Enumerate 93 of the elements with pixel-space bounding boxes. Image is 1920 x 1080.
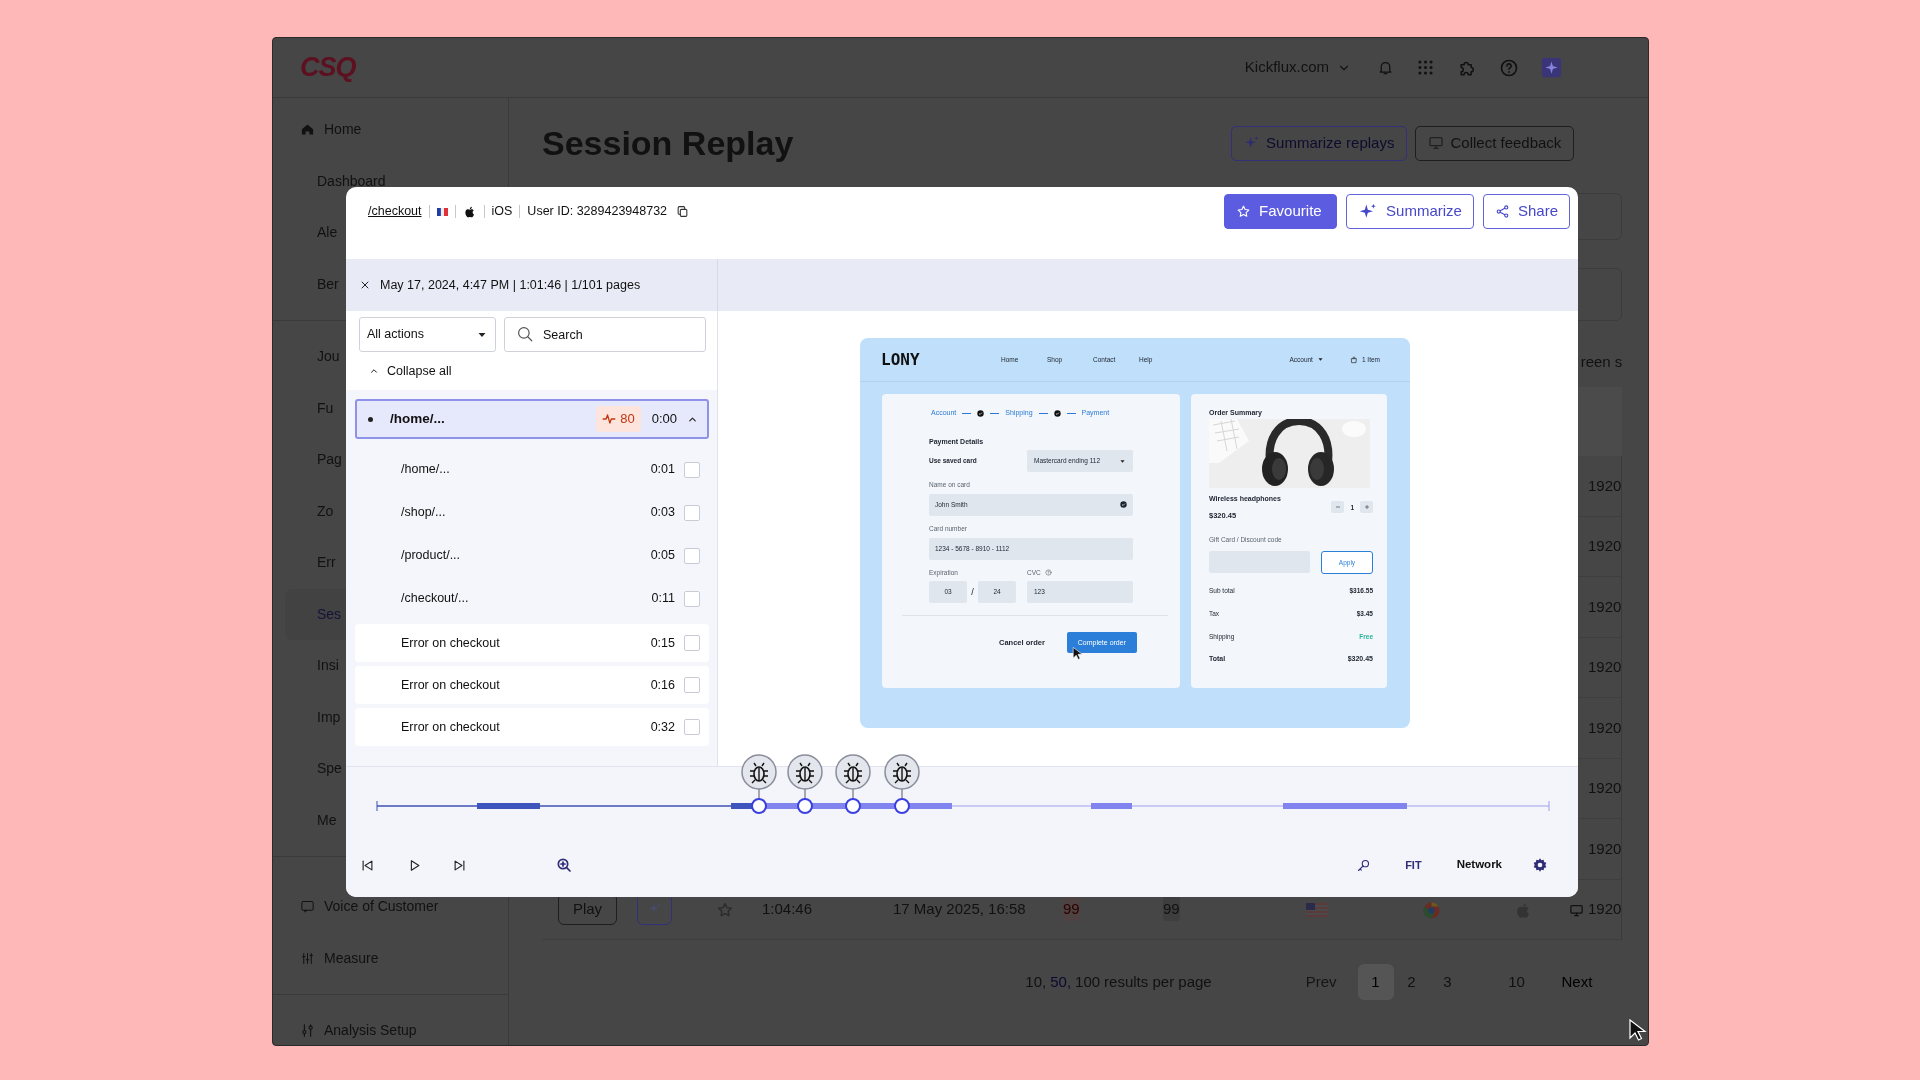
user-id: User ID: 3289423948732 — [527, 203, 668, 221]
flag-icon — [436, 207, 448, 216]
checkbox[interactable] — [684, 504, 700, 521]
checkbox[interactable] — [684, 719, 700, 735]
checkbox[interactable] — [684, 547, 700, 564]
help-icon[interactable] — [1044, 568, 1052, 576]
event-row[interactable]: Error on checkout 0:15 — [355, 624, 709, 662]
page-number[interactable]: 1 — [1357, 964, 1394, 1000]
sparkle-tile-icon[interactable] — [1541, 57, 1562, 78]
zoom-in-icon — [556, 857, 572, 873]
step-line — [1066, 412, 1076, 414]
collapse-all-link[interactable]: Collapse all — [369, 361, 452, 381]
bell-icon[interactable] — [1377, 59, 1394, 76]
page-path: /home/... — [390, 409, 445, 428]
site-logo: LONY — [881, 348, 921, 371]
bug-marker[interactable] — [835, 754, 871, 814]
zoom-in-button[interactable] — [556, 857, 572, 873]
settings-button[interactable] — [1532, 857, 1548, 873]
action-time: 0:15 — [650, 634, 675, 652]
page-link[interactable]: /checkout — [368, 202, 422, 221]
step-check-icon — [977, 409, 985, 417]
session-info: May 17, 2024, 4:47 PM | 1:01:46 | 1/101 pages — [380, 276, 641, 294]
key-button[interactable] — [1356, 857, 1372, 873]
step-line — [1038, 412, 1048, 414]
action-label: Error on checkout — [401, 718, 500, 736]
bag-icon — [1349, 355, 1358, 364]
event-row[interactable]: Error on checkout 0:32 — [355, 708, 709, 746]
decrease-button[interactable] — [1331, 501, 1345, 514]
action-time: 0:32 — [650, 718, 675, 736]
bug-marker[interactable] — [741, 754, 777, 814]
step-line — [962, 412, 972, 414]
checkbox[interactable] — [684, 461, 700, 478]
search-icon — [516, 325, 534, 343]
score-badge: 80 — [596, 406, 641, 432]
network-button[interactable]: Network — [1456, 856, 1502, 874]
toolbar-button[interactable]: Favourite — [1224, 194, 1338, 229]
action-time: 0:01 — [650, 461, 675, 479]
next-link[interactable]: Next — [1561, 970, 1593, 994]
check-circle-icon — [1120, 501, 1127, 509]
bullet-icon — [368, 416, 373, 422]
bug-marker[interactable] — [884, 754, 920, 814]
checkbox[interactable] — [684, 635, 700, 651]
action-time: 0:16 — [650, 676, 675, 694]
toolbar-button[interactable]: Share — [1482, 194, 1570, 229]
action-label: Error on checkout — [401, 676, 500, 694]
apps-grid-icon[interactable] — [1416, 58, 1435, 77]
search-field[interactable]: Search — [504, 317, 706, 352]
caret-icon — [1316, 356, 1324, 363]
close-icon[interactable] — [359, 279, 371, 291]
step-line — [990, 412, 1000, 414]
action-label: Error on checkout — [401, 634, 500, 652]
plus-icon — [1363, 504, 1370, 511]
event-row[interactable]: Error on checkout 0:16 — [355, 666, 709, 704]
increase-button[interactable] — [1360, 501, 1373, 514]
home-icon — [300, 122, 315, 138]
fit-button[interactable]: FIT — [1405, 856, 1422, 874]
bug-marker[interactable] — [787, 754, 823, 814]
action-time: 0:11 — [651, 590, 675, 608]
checkbox[interactable] — [684, 590, 700, 607]
separator: / — [971, 585, 974, 599]
chevron-up-icon — [369, 366, 379, 376]
key-icon — [1356, 857, 1372, 873]
cursor-icon — [1072, 646, 1084, 663]
screen-icon — [1428, 135, 1445, 151]
page-time: 0:00 — [651, 410, 677, 429]
browser-icon — [1422, 900, 1441, 920]
settings-icon — [1532, 857, 1548, 873]
step-check-icon — [1053, 409, 1061, 417]
action-label: /checkout/... — [401, 590, 469, 608]
monitor-icon — [1569, 902, 1584, 918]
share-icon — [1494, 204, 1510, 219]
action-time: 0:05 — [650, 547, 675, 565]
caret-icon — [1119, 457, 1126, 465]
sliders-icon — [300, 1023, 315, 1039]
pulse-icon — [602, 412, 617, 426]
page-group-row[interactable]: /home/... 80 0:00 — [355, 399, 709, 439]
apple-icon — [462, 204, 477, 219]
chat-square-icon — [300, 899, 315, 915]
score-badge: 99 — [1063, 896, 1080, 921]
action-filter-dropdown[interactable]: All actions — [359, 317, 496, 352]
os-label: iOS — [491, 203, 513, 221]
copy-icon[interactable] — [676, 205, 690, 218]
checkbox[interactable] — [684, 677, 700, 693]
minus-icon — [1334, 504, 1341, 511]
toolbar-button[interactable]: Summarize — [1346, 194, 1474, 229]
help-icon[interactable] — [1499, 57, 1519, 78]
action-label: /product/... — [401, 547, 461, 565]
sliders-icon — [300, 950, 315, 966]
action-label: /shop/... — [401, 504, 446, 522]
action-time: 0:03 — [650, 504, 675, 522]
flag-icon — [1306, 903, 1328, 918]
action-label: /home/... — [401, 461, 450, 479]
star-icon — [1236, 204, 1252, 219]
